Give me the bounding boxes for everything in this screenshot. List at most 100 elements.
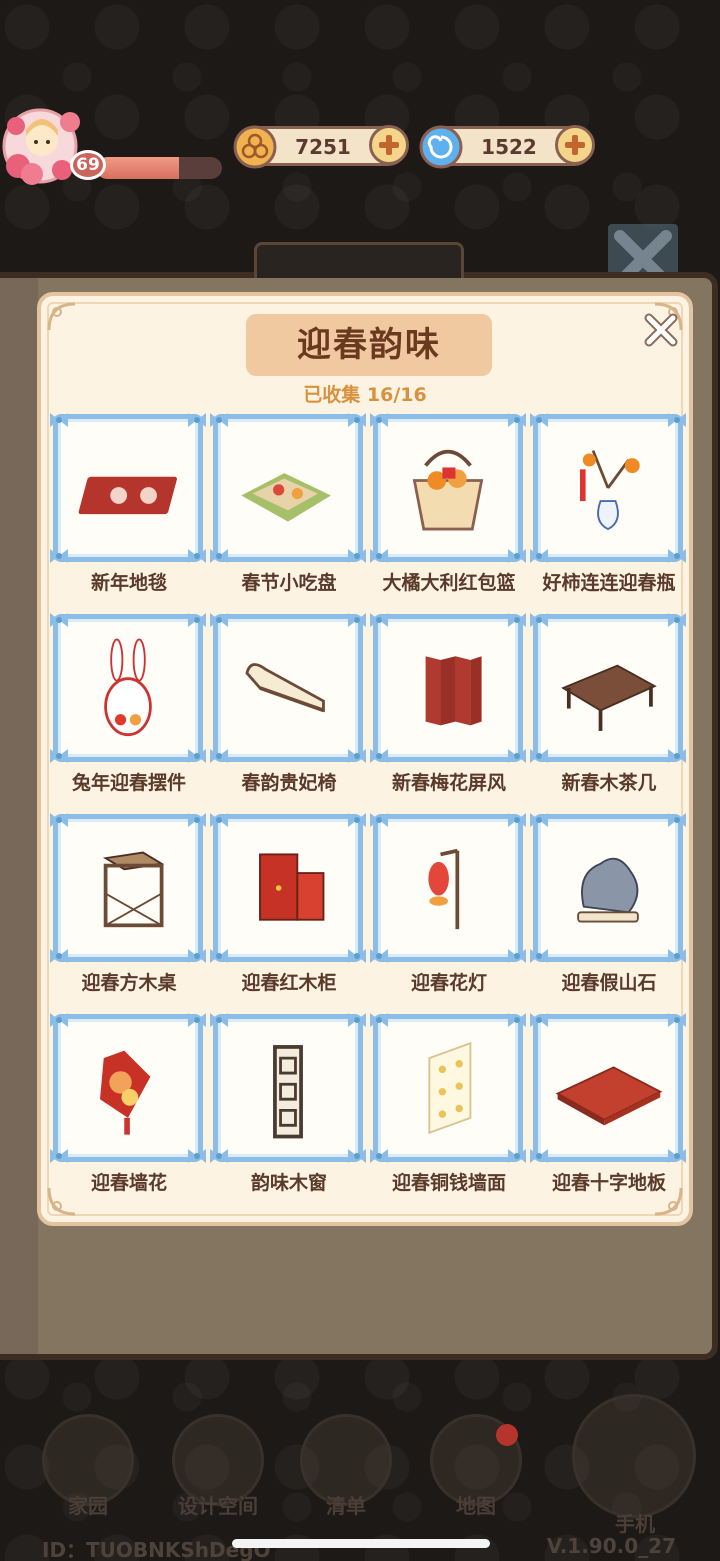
collection-item[interactable]: 好柿连连迎春瓶 <box>529 410 689 610</box>
bow-icon <box>210 1013 228 1027</box>
bow-icon <box>530 549 548 563</box>
collection-item[interactable]: 迎春墙花 <box>49 1010 209 1210</box>
item-frame[interactable] <box>370 413 526 563</box>
add-gems-button[interactable] <box>555 125 595 165</box>
collected-count: 已收集 16/16 <box>303 384 427 406</box>
bow-icon <box>370 549 388 563</box>
collection-item[interactable]: 韵味木窗 <box>209 1010 369 1210</box>
bow-icon <box>668 1149 686 1163</box>
bow-icon <box>210 949 228 963</box>
item-frame[interactable] <box>210 413 366 563</box>
bow-icon <box>210 413 228 427</box>
rabbit-ornament-icon <box>104 638 152 737</box>
wood-tea-table-icon <box>561 664 657 731</box>
item-name: 兔年迎春摆件 <box>71 772 186 794</box>
item-name: 韵味木窗 <box>250 1172 327 1194</box>
bow-icon <box>348 749 366 763</box>
close-icon <box>644 313 678 347</box>
item-name: 春节小吃盘 <box>241 572 337 594</box>
snack-tray-icon <box>241 473 331 522</box>
collection-item[interactable]: 大橘大利红包篮 <box>369 410 529 610</box>
red-rug-icon <box>78 476 177 515</box>
bow-icon <box>210 1149 228 1163</box>
collection-item[interactable]: 迎春方木桌 <box>49 810 209 1010</box>
item-frame[interactable] <box>370 813 526 963</box>
item-name: 大橘大利红包篮 <box>382 572 516 594</box>
collection-item[interactable]: 春节小吃盘 <box>209 410 369 610</box>
item-frame[interactable] <box>210 813 366 963</box>
bow-icon <box>348 549 366 563</box>
item-name: 迎春铜钱墙面 <box>391 1172 506 1194</box>
collection-item[interactable]: 迎春铜钱墙面 <box>369 1010 529 1210</box>
add-coins-button[interactable] <box>369 125 409 165</box>
collection-item[interactable]: 兔年迎春摆件 <box>49 610 209 810</box>
collection-item[interactable]: 新年地毯 <box>49 410 209 610</box>
close-button[interactable] <box>641 310 681 350</box>
item-frame[interactable] <box>210 613 366 763</box>
backdrop-tab <box>254 242 464 278</box>
bow-icon <box>508 749 526 763</box>
home-indicator[interactable] <box>232 1539 490 1548</box>
item-name: 春韵贵妃椅 <box>241 772 337 794</box>
bow-icon <box>530 1149 548 1163</box>
flower-lantern-icon <box>428 848 460 930</box>
collection-item[interactable]: 迎春假山石 <box>529 810 689 1010</box>
plus-icon <box>565 135 585 155</box>
item-name: 迎春墙花 <box>90 1172 167 1194</box>
item-frame[interactable] <box>530 413 686 563</box>
orange-basket-icon <box>412 449 484 531</box>
collection-item[interactable]: 新春木茶几 <box>529 610 689 810</box>
collection-item[interactable]: 迎春十字地板 <box>529 1010 689 1210</box>
nav-phone-label: 手机 <box>615 1512 655 1536</box>
bow-icon <box>188 949 206 963</box>
collection-item[interactable]: 迎春红木柜 <box>209 810 369 1010</box>
item-frame[interactable] <box>370 613 526 763</box>
bow-icon <box>370 413 388 427</box>
bow-icon <box>370 749 388 763</box>
bow-icon <box>668 1013 686 1027</box>
bow-icon <box>348 1013 366 1027</box>
item-frame[interactable] <box>530 613 686 763</box>
bow-icon <box>188 749 206 763</box>
version-label: V.1.90.0_27 <box>546 1534 676 1558</box>
nav-design-label: 设计空间 <box>178 1494 258 1518</box>
bow-icon <box>530 813 548 827</box>
item-frame[interactable] <box>530 1013 686 1163</box>
wall-flower-icon <box>100 1050 151 1135</box>
collection-item[interactable]: 春韵贵妃椅 <box>209 610 369 810</box>
item-frame[interactable] <box>50 613 206 763</box>
coin-counter[interactable]: 7251 <box>233 125 409 169</box>
item-name: 新春梅花屏风 <box>391 772 506 794</box>
bow-icon <box>188 613 206 627</box>
item-name: 迎春红木柜 <box>241 972 337 994</box>
bow-icon <box>348 613 366 627</box>
square-wood-table-icon <box>102 851 165 928</box>
bow-icon <box>370 1013 388 1027</box>
collection-item[interactable]: 新春梅花屏风 <box>369 610 529 810</box>
folding-screen-icon <box>425 656 482 726</box>
bow-icon <box>530 613 548 627</box>
item-name: 好柿连连迎春瓶 <box>542 572 676 594</box>
nav-home-label: 家园 <box>68 1494 108 1518</box>
item-frame[interactable] <box>50 813 206 963</box>
item-frame[interactable] <box>530 813 686 963</box>
level-badge: 69 <box>70 150 106 180</box>
persimmon-vase-icon <box>580 450 640 531</box>
gem-counter[interactable]: 1522 <box>419 125 595 169</box>
item-frame[interactable] <box>50 413 206 563</box>
nav-phone-button[interactable] <box>572 1394 696 1518</box>
bow-icon <box>508 813 526 827</box>
bow-icon <box>530 949 548 963</box>
bow-icon <box>50 749 68 763</box>
item-frame[interactable] <box>210 1013 366 1163</box>
nav-map-label: 地图 <box>456 1494 496 1518</box>
collection-panel: 迎春韵味 已收集 16/16 新年地毯 春节小吃盘 大橘大利红包篮 好柿连连迎春… <box>37 292 693 1226</box>
book-spine <box>0 278 38 1354</box>
plus-icon <box>379 135 399 155</box>
item-frame[interactable] <box>370 1013 526 1163</box>
bow-icon <box>210 749 228 763</box>
bow-icon <box>50 1149 68 1163</box>
bow-icon <box>530 1013 548 1027</box>
collection-item[interactable]: 迎春花灯 <box>369 810 529 1010</box>
item-frame[interactable] <box>50 1013 206 1163</box>
